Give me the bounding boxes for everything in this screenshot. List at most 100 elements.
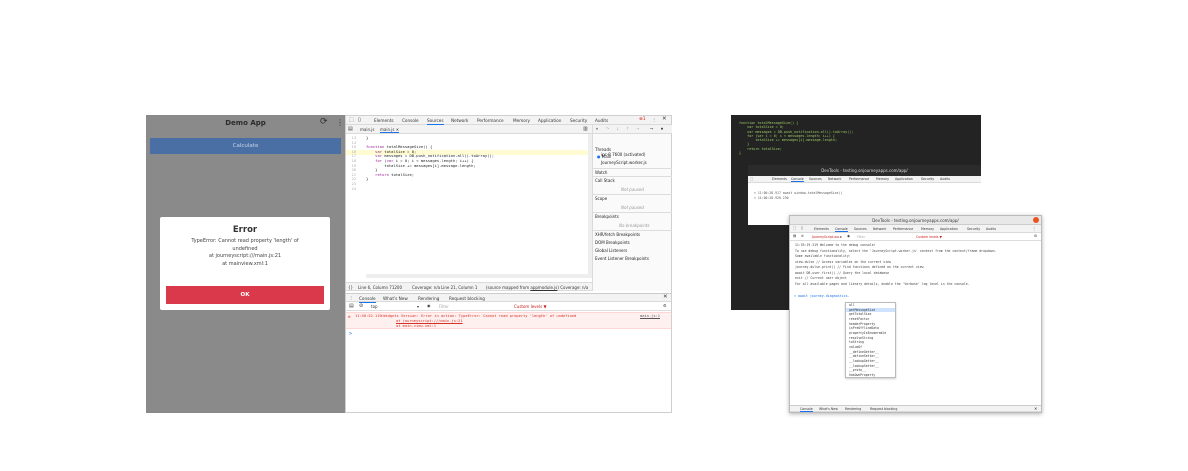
inner-tab[interactable]: Application — [895, 177, 913, 181]
inspect-element-icon[interactable]: ⬚ — [750, 177, 753, 181]
drawer-tab-whats-new[interactable]: What's New — [383, 296, 408, 301]
pause-icon[interactable]: ⏸ — [596, 126, 598, 131]
autocomplete-item[interactable]: hasOwnProperty — [846, 373, 895, 378]
code-editor[interactable]: 13} 14 15 function totalMessageSize() {16 v… — [346, 134, 592, 278]
front-drawer-tab[interactable]: Request blocking — [870, 407, 897, 411]
refresh-icon[interactable]: ⟳ — [320, 118, 328, 127]
front-tab[interactable]: Sources — [854, 227, 867, 231]
close-tab-icon[interactable]: ✕ — [396, 127, 399, 132]
tab-network[interactable]: Network — [451, 118, 468, 123]
watch-section[interactable]: Watch — [595, 170, 607, 175]
line-number[interactable]: 15 — [346, 145, 356, 149]
call-stack-section[interactable]: Call Stack — [595, 178, 615, 183]
deactivate-breakpoints-icon[interactable]: ⤳ — [650, 126, 653, 131]
drawer-menu-icon[interactable]: ⋮ — [349, 295, 353, 300]
tab-application[interactable]: Application — [538, 118, 561, 123]
dom-breakpoints-section[interactable]: DOM Breakpoints — [595, 240, 630, 245]
inspect-element-icon[interactable]: ⬚ — [793, 226, 796, 230]
inner-tab[interactable]: Audits — [940, 177, 950, 181]
console-error-message[interactable]: ⊗ 11:50:52.119 ▸Widgets Version: Error i… — [346, 312, 671, 329]
tab-elements[interactable]: Elements — [374, 118, 394, 123]
front-tab[interactable]: Network — [873, 227, 886, 231]
horizontal-scrollbar[interactable] — [366, 274, 588, 278]
line-number[interactable]: 13 — [346, 136, 356, 140]
eye-icon[interactable]: ◉ — [427, 303, 431, 308]
global-listeners-section[interactable]: Global Listeners — [595, 248, 627, 253]
close-drawer-icon[interactable]: ✕ — [1034, 406, 1037, 411]
calculate-button[interactable]: Calculate — [150, 138, 341, 154]
close-drawer-icon[interactable]: ✕ — [663, 294, 668, 300]
tab-audits[interactable]: Audits — [595, 118, 608, 123]
front-levels-dropdown[interactable]: Custom levels ▼ — [916, 235, 942, 239]
drawer-tab-rendering[interactable]: Rendering — [418, 296, 439, 301]
xhr-breakpoints-section[interactable]: XHR/fetch Breakpoints — [595, 232, 640, 237]
tab-console[interactable]: Console — [402, 118, 419, 123]
front-tab[interactable]: Audits — [986, 227, 996, 231]
tab-sources[interactable]: Sources — [427, 118, 444, 125]
step-over-icon[interactable]: ↷ — [606, 126, 609, 131]
line-number[interactable]: 22 — [346, 177, 356, 181]
settings-gear-icon[interactable]: ⚙ — [663, 303, 667, 308]
line-number[interactable]: 16 — [346, 150, 356, 154]
sidebar-toggle-icon[interactable]: ▥ — [583, 126, 588, 132]
ok-button[interactable]: OK — [166, 286, 324, 304]
device-toolbar-icon[interactable]: ▯ — [801, 226, 803, 230]
front-context-selector[interactable]: JourneyScript.wo... — [812, 235, 842, 239]
sidebar-toggle-icon[interactable]: ▤ — [349, 303, 354, 309]
window-close-button[interactable] — [1033, 217, 1039, 223]
inner-tab[interactable]: Security — [921, 177, 934, 181]
line-number[interactable]: 19 — [346, 164, 356, 168]
front-tab[interactable]: Elements — [814, 227, 829, 231]
drawer-tab-request-blocking[interactable]: Request blocking — [449, 296, 485, 301]
front-tab[interactable]: Security — [967, 227, 980, 231]
inner-tab[interactable]: Elements — [772, 177, 787, 181]
more-vert-icon[interactable]: ⋮ — [336, 118, 344, 127]
line-number[interactable]: 23 — [346, 182, 356, 186]
stack-frame-link[interactable]: at journeyscript:///main.js:21 — [396, 319, 463, 323]
clear-console-icon[interactable]: ⊘ — [359, 303, 363, 309]
front-tab[interactable]: Memory — [921, 227, 934, 231]
step-icon[interactable]: → — [636, 126, 639, 131]
line-number[interactable]: 18 — [346, 159, 356, 163]
eye-icon[interactable]: ◉ — [847, 234, 850, 238]
front-drawer-tab[interactable]: Console — [800, 407, 813, 412]
inspect-element-icon[interactable]: ⬚ — [349, 117, 354, 123]
error-count-badge[interactable]: ⊗1 — [639, 117, 646, 122]
front-tab[interactable]: Application — [940, 227, 958, 231]
event-listener-breakpoints-section[interactable]: Event Listener Breakpoints — [595, 256, 649, 261]
sidebar-toggle-icon[interactable]: ▤ — [793, 234, 796, 238]
inner-tab[interactable]: Network — [828, 177, 841, 181]
context-selector[interactable]: top ▾ — [371, 304, 421, 309]
more-vert-icon[interactable]: ⋮ — [652, 117, 656, 122]
tab-security[interactable]: Security — [570, 118, 587, 123]
file-tab-active[interactable]: main.js ✕ — [380, 127, 400, 133]
file-tab-main[interactable]: main.js — [360, 127, 374, 132]
autocomplete-dropdown[interactable]: all getMessageSize getTotalSize resetFactor… — [845, 302, 896, 378]
console-prompt[interactable]: > — [349, 331, 352, 337]
scope-section[interactable]: Scope — [595, 196, 607, 201]
step-out-icon[interactable]: ↑ — [626, 126, 629, 131]
thread-item[interactable]: ipc-8 7600 (activated) — [601, 152, 645, 157]
device-toolbar-icon[interactable]: ▯ — [358, 117, 361, 123]
inner-tab[interactable]: Memory — [876, 177, 889, 181]
inner-tab[interactable]: Sources — [809, 177, 822, 181]
line-number[interactable]: 17 — [346, 154, 356, 158]
front-filter-input[interactable]: Filter — [857, 235, 865, 239]
line-number[interactable]: 14 — [346, 141, 356, 145]
line-number[interactable]: 24 — [346, 187, 356, 191]
format-icon[interactable]: {} — [348, 285, 353, 290]
settings-gear-icon[interactable]: ⚙ — [1034, 234, 1037, 238]
inner-tab[interactable]: Console — [791, 177, 804, 182]
front-drawer-tab[interactable]: What's New — [819, 407, 838, 411]
tab-memory[interactable]: Memory — [513, 118, 530, 123]
inner-tab[interactable]: Performance — [849, 177, 869, 181]
navigator-toggle-icon[interactable]: ▤ — [348, 126, 353, 132]
clear-console-icon[interactable]: ⊘ — [801, 234, 804, 238]
breakpoints-section[interactable]: Breakpoints — [595, 214, 619, 219]
tab-performance[interactable]: Performance — [477, 118, 504, 123]
close-icon[interactable]: ✕ — [662, 116, 667, 122]
filter-input[interactable]: Filter — [439, 304, 449, 309]
front-tab[interactable]: Console — [835, 227, 848, 232]
step-into-icon[interactable]: ↓ — [616, 126, 619, 131]
error-source-link[interactable]: main.js:1 — [640, 314, 660, 318]
